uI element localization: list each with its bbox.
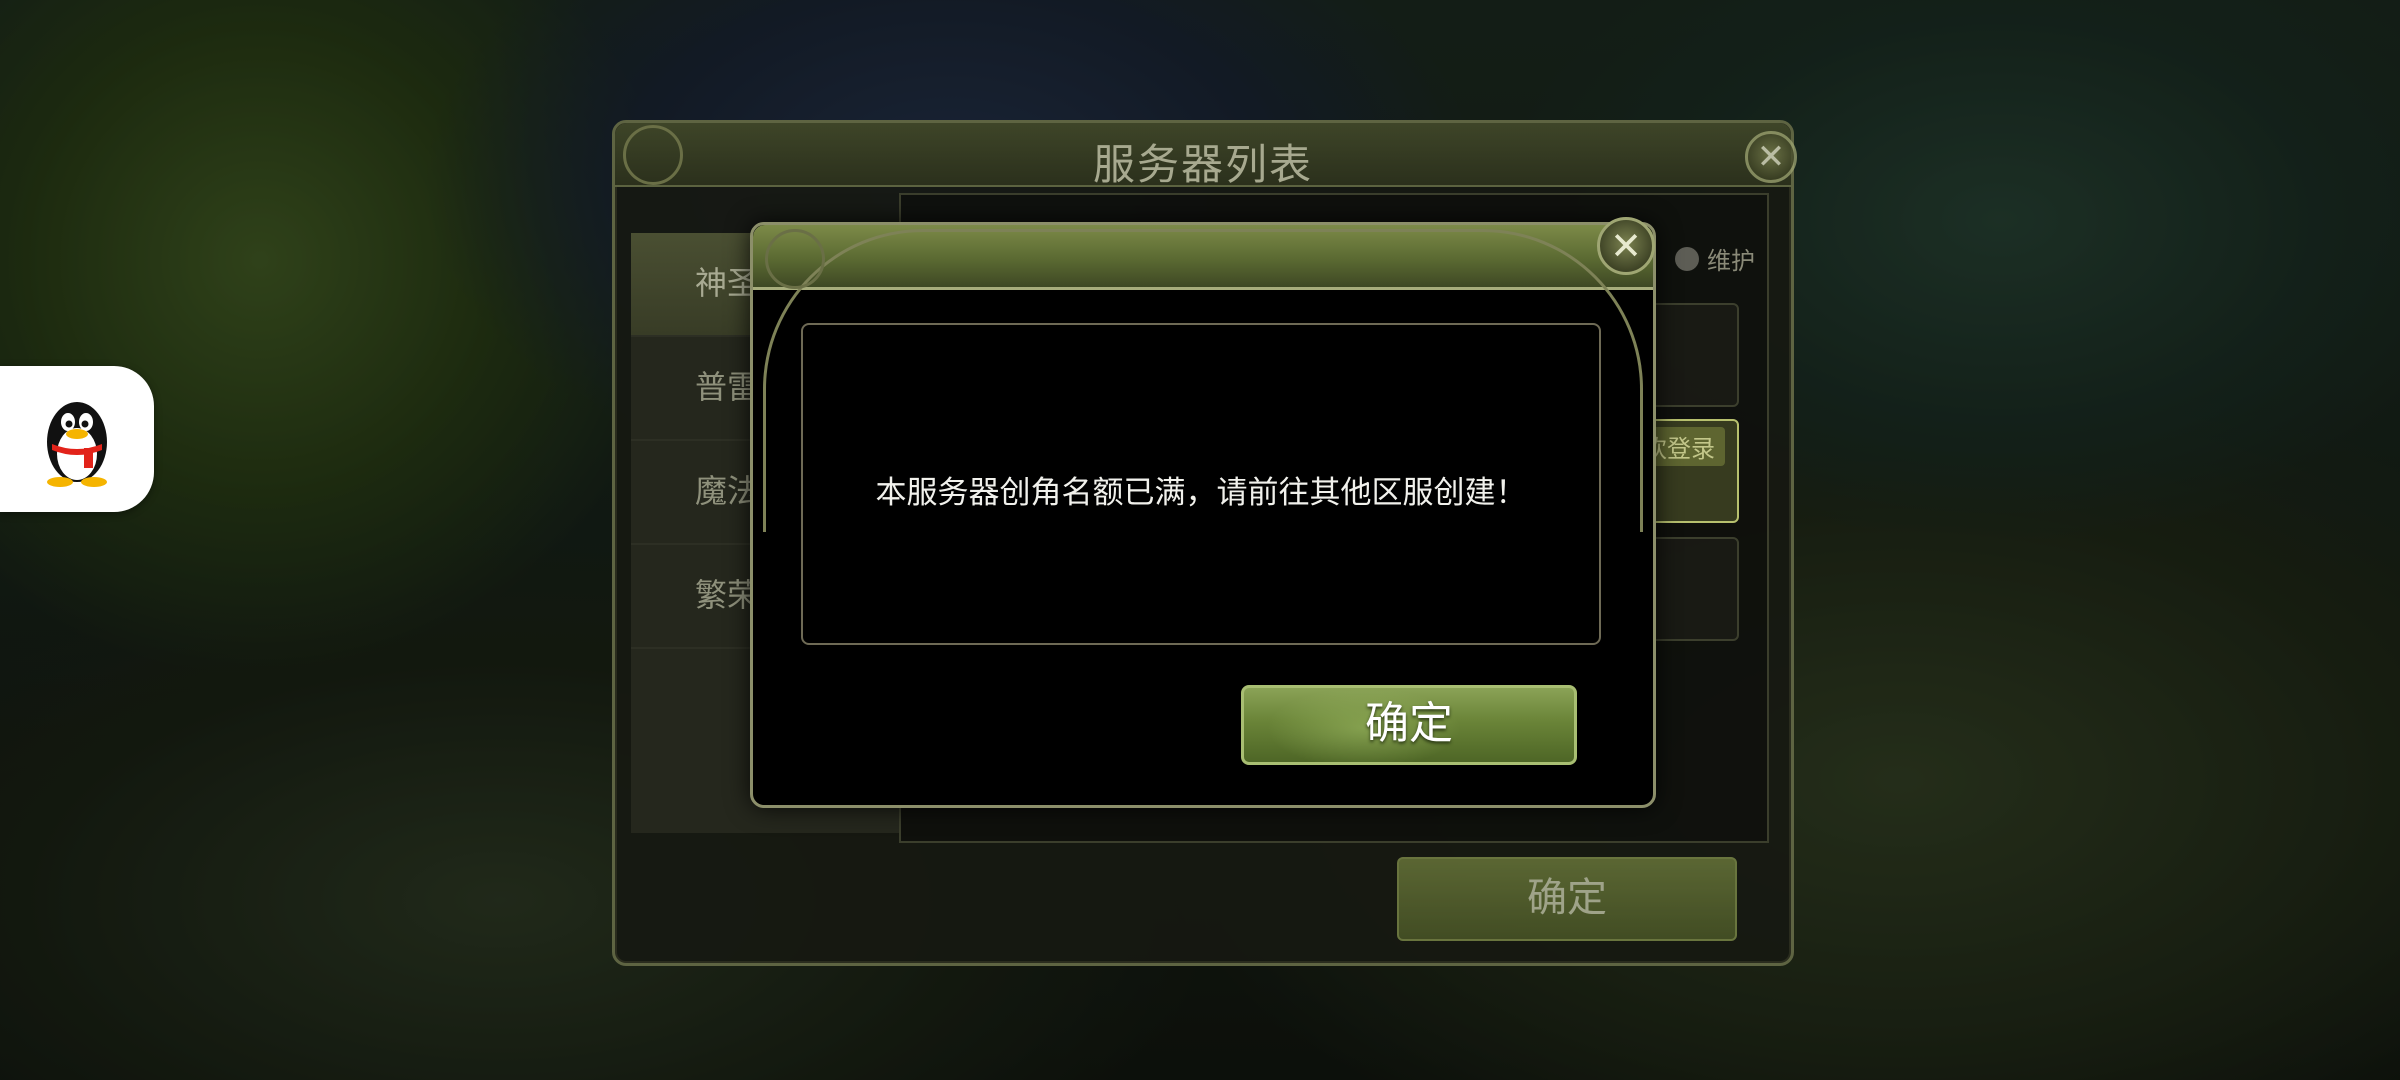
dialog-confirm-button[interactable]: 确定	[1241, 685, 1577, 765]
game-scene: 服务器列表 ✕ 神圣 普雷利 魔法山 繁荣之 维护 欢登录 确定 ✕ 本服务器创…	[0, 0, 2400, 1080]
status-label: 维护	[1707, 247, 1755, 275]
server-list-title: 服务器列表	[1092, 140, 1313, 189]
qq-float-button[interactable]	[0, 366, 154, 512]
alert-dialog: ✕ 本服务器创角名额已满，请前往其他区服创建！ 确定	[750, 217, 1656, 808]
status-dot-icon	[1675, 247, 1699, 271]
dialog-header	[753, 225, 1653, 290]
dialog-close-button[interactable]: ✕	[1597, 217, 1655, 275]
qq-penguin-icon	[47, 402, 107, 487]
server-list-close-button[interactable]: ✕	[1745, 131, 1797, 183]
ornament-icon	[623, 125, 683, 185]
dialog-message: 本服务器创角名额已满，请前往其他区服创建！	[875, 475, 1527, 511]
ornament-icon	[765, 229, 825, 289]
message-box: 本服务器创角名额已满，请前往其他区服创建！	[801, 323, 1601, 645]
server-confirm-button[interactable]: 确定	[1397, 857, 1737, 941]
server-list-titlebar: 服务器列表	[615, 123, 1791, 189]
